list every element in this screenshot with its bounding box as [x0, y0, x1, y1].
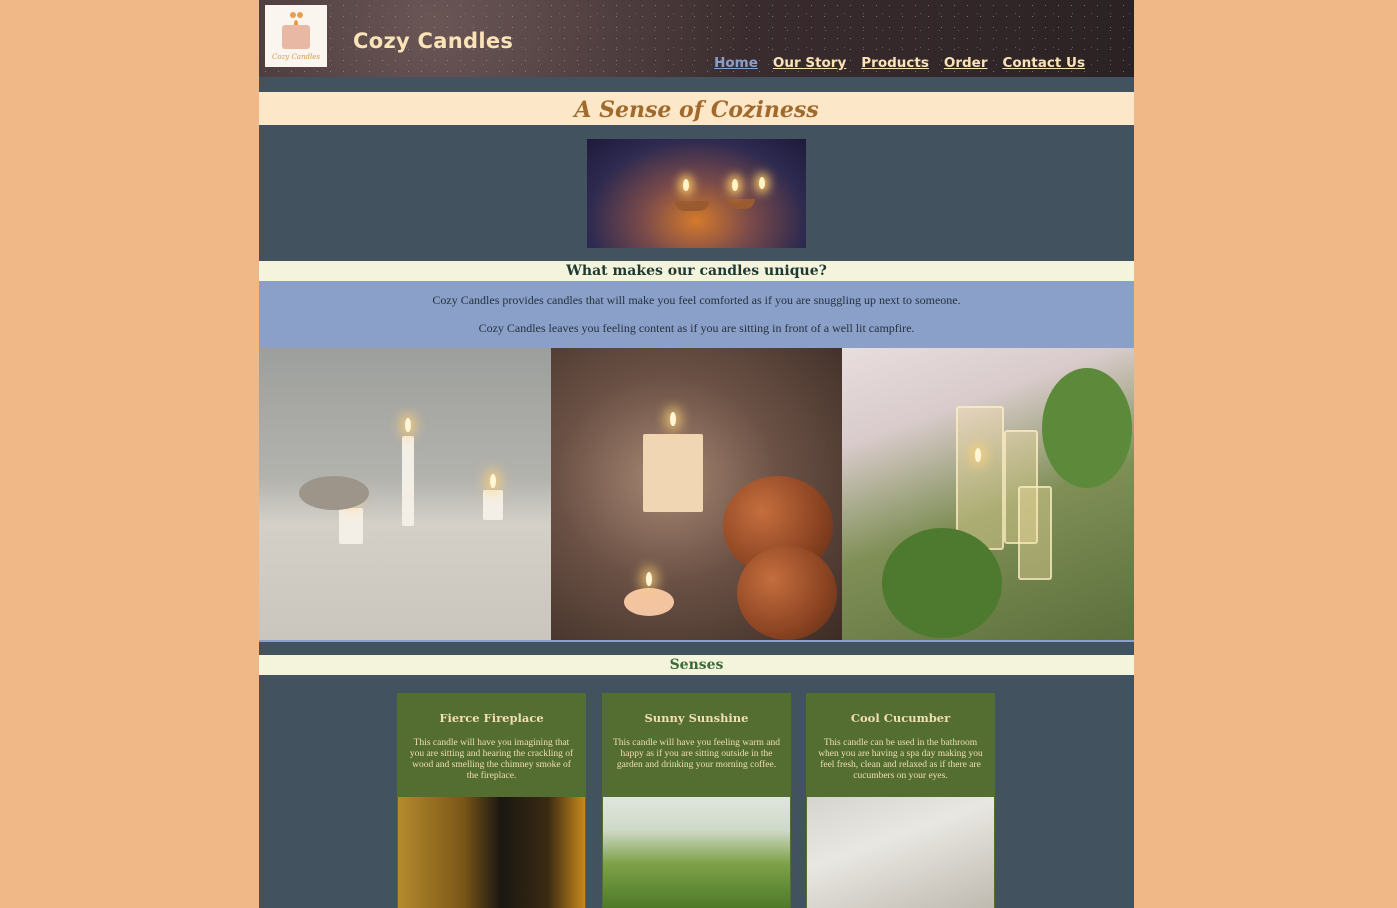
main-nav: Home Our Story Products Order Contact Us [714, 55, 1085, 71]
card-title: Sunny Sunshine [644, 711, 749, 725]
stone [299, 476, 369, 510]
logo-decor-icon [290, 12, 296, 18]
unique-heading-bar: What makes our candles unique? [259, 261, 1134, 281]
product-card-cool-cucumber[interactable]: Cool Cucumber This candle can be used in… [806, 693, 995, 908]
card-image-garden [603, 797, 790, 908]
nav-order-link[interactable]: Order [944, 55, 988, 71]
site-title: Cozy Candles [353, 29, 514, 53]
senses-heading-bar: Senses [259, 655, 1134, 675]
greenery [1042, 368, 1132, 488]
gallery-image-autumn-candles [551, 348, 842, 640]
hero-image [587, 139, 806, 248]
pillar-candle [339, 508, 363, 544]
card-image-fireplace [398, 797, 585, 908]
greenery [882, 528, 1002, 638]
flame-icon [405, 418, 411, 432]
pillar-candle [643, 434, 703, 512]
card-title: Cool Cucumber [850, 711, 951, 725]
card-title: Fierce Fireplace [439, 711, 544, 725]
nav-contact-us-link[interactable]: Contact Us [1002, 55, 1085, 71]
description-paragraph: Cozy Candles leaves you feeling content … [478, 321, 915, 335]
flame-icon [490, 474, 496, 488]
logo[interactable]: Cozy Candles [265, 5, 327, 67]
senses-heading: Senses [669, 657, 724, 673]
flame-icon [732, 179, 738, 191]
nav-home-link[interactable]: Home [714, 55, 758, 71]
card-description: This candle can be used in the bathroom … [818, 738, 983, 781]
tagline-banner: A Sense of Coziness [259, 92, 1134, 125]
unique-heading: What makes our candles unique? [566, 263, 827, 279]
candle-jar-icon [282, 25, 310, 49]
flame-icon [670, 412, 676, 426]
card-image-spa-bath [807, 797, 994, 908]
divider [259, 640, 1134, 642]
logo-text: Cozy Candles [272, 53, 320, 61]
photo-gallery [259, 348, 1134, 640]
pumpkin [737, 546, 837, 640]
product-card-fierce-fireplace[interactable]: Fierce Fireplace This candle will have y… [397, 693, 586, 908]
gallery-image-white-candles [259, 348, 551, 640]
logo-decor-icon [297, 12, 303, 18]
tealight-candle [624, 588, 674, 616]
page-title: A Sense of Coziness [574, 97, 819, 123]
page-container: Cozy Candles Cozy Candles Home Our Story… [259, 0, 1134, 908]
glass-candle-holder [956, 406, 1004, 550]
flame-icon [646, 572, 652, 586]
description-paragraph: Cozy Candles provides candles that will … [432, 293, 961, 307]
nav-our-story-link[interactable]: Our Story [773, 55, 846, 71]
unique-description: Cozy Candles provides candles that will … [259, 281, 1134, 348]
pillar-candle [483, 490, 503, 520]
diya-lamp-icon [675, 201, 709, 211]
card-description: This candle will have you feeling warm a… [613, 738, 780, 770]
card-description: This candle will have you imagining that… [409, 738, 574, 781]
flame-icon [759, 177, 765, 189]
product-card-sunny-sunshine[interactable]: Sunny Sunshine This candle will have you… [602, 693, 791, 908]
glass-candle-holder [1018, 486, 1052, 580]
flame-icon [975, 448, 981, 462]
taper-candle [402, 436, 414, 526]
diya-lamp-icon [727, 199, 755, 209]
nav-products-link[interactable]: Products [861, 55, 929, 71]
gallery-image-garden-candles [842, 348, 1134, 640]
site-header: Cozy Candles Cozy Candles Home Our Story… [259, 0, 1134, 77]
flame-icon [683, 179, 689, 191]
